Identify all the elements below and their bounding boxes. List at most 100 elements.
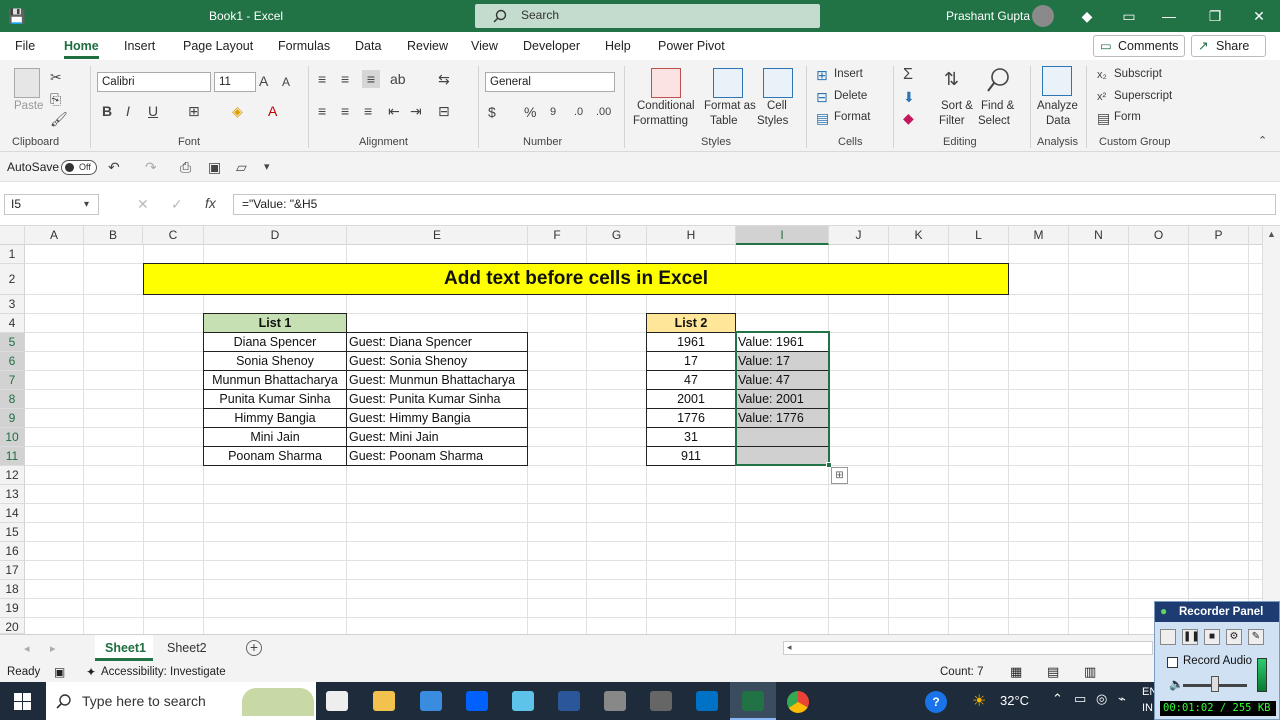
scroll-up-icon[interactable]: ▲ [1267, 229, 1276, 239]
increase-indent-icon[interactable]: ⇥ [410, 102, 422, 120]
weather-icon[interactable]: ☀ [972, 691, 986, 711]
tab-power-pivot[interactable]: Power Pivot [658, 39, 725, 53]
row-header[interactable]: 6 [0, 352, 25, 371]
col-header-a[interactable]: A [25, 226, 84, 245]
borders-icon[interactable]: ⊞ [188, 102, 200, 120]
list1-cell[interactable]: Sonia Shenoy [203, 351, 347, 371]
paint-icon[interactable] [604, 691, 626, 711]
cell-grid[interactable]: Add text before cells in Excel List 1 Li… [25, 245, 1262, 634]
guest-cell[interactable]: Guest: Mini Jain [346, 427, 528, 447]
number-format-select[interactable]: General [485, 72, 615, 92]
align-middle-icon[interactable]: ≡ [341, 70, 349, 88]
font-size-select[interactable]: 11 [214, 72, 256, 92]
row-header[interactable]: 10 [0, 428, 25, 447]
sheet-tab-sheet1[interactable]: Sheet1 [95, 635, 153, 661]
guest-cell[interactable]: Guest: Himmy Bangia [346, 408, 528, 428]
banner-title[interactable]: Add text before cells in Excel [143, 263, 1009, 295]
decrease-font-icon[interactable]: A [282, 73, 290, 91]
volume-slider-thumb[interactable] [1211, 676, 1219, 692]
file-explorer-icon[interactable] [373, 691, 395, 711]
weather-temp[interactable]: 32°C [1000, 693, 1029, 708]
merge-center-icon[interactable]: ⊟ [438, 102, 450, 120]
row-header[interactable]: 16 [0, 542, 25, 561]
outlook-icon[interactable] [696, 691, 718, 711]
row-header[interactable]: 11 [0, 447, 25, 466]
undo-icon[interactable]: ↶ [108, 158, 120, 176]
tab-page-layout[interactable]: Page Layout [183, 39, 253, 53]
row-header[interactable]: 14 [0, 504, 25, 523]
list1-cell[interactable]: Munmun Bhattacharya [203, 370, 347, 390]
list2-cell[interactable]: 17 [646, 351, 736, 371]
save-icon[interactable]: 💾 [8, 7, 26, 25]
tray-app-icon[interactable]: ▭ [1074, 691, 1086, 707]
list1-cell[interactable]: Mini Jain [203, 427, 347, 447]
tray-app-icon[interactable]: ◎ [1096, 691, 1107, 707]
list2-cell[interactable]: 911 [646, 446, 736, 466]
insert-cells-label[interactable]: Insert [834, 68, 863, 80]
subscript-label[interactable]: Subscript [1114, 68, 1162, 80]
font-name-select[interactable]: Calibri [97, 72, 211, 92]
customize-qat-icon[interactable]: ▾ [264, 158, 270, 176]
format-cells-icon[interactable]: ▤ [816, 109, 829, 127]
guest-cell[interactable]: Guest: Poonam Sharma [346, 446, 528, 466]
comments-button[interactable]: ▭ Comments [1093, 35, 1185, 57]
align-left-icon[interactable]: ≡ [318, 102, 326, 120]
fill-icon[interactable]: ⬇ [903, 88, 915, 106]
language-region[interactable]: IN [1142, 702, 1153, 714]
row-header[interactable]: 2 [0, 264, 25, 295]
windows-start-icon[interactable] [14, 693, 31, 710]
list1-cell[interactable]: Punita Kumar Sinha [203, 389, 347, 409]
search-box[interactable]: Search [475, 4, 820, 28]
add-sheet-icon[interactable]: + [246, 640, 262, 656]
accessibility-icon[interactable]: ✦ [86, 665, 96, 679]
tab-data[interactable]: Data [355, 39, 381, 53]
col-header-o[interactable]: O [1129, 226, 1189, 245]
col-header-p[interactable]: P [1189, 226, 1249, 245]
sort-filter-icon[interactable]: ⇅ [944, 70, 959, 88]
record-audio-checkbox[interactable] [1167, 657, 1178, 668]
cut-icon[interactable]: ✂ [50, 68, 62, 86]
row-header[interactable]: 8 [0, 390, 25, 409]
pen-icon[interactable]: ✎ [1248, 629, 1264, 645]
orientation-icon[interactable]: ab [390, 70, 406, 88]
fill-color-icon[interactable]: ◈ [232, 102, 243, 120]
scroll-sheets-right-icon[interactable]: ▸ [50, 642, 56, 655]
col-header-c[interactable]: C [143, 226, 204, 245]
comment-qat-icon[interactable]: ▱ [236, 158, 247, 176]
screenshot-icon[interactable]: ▣ [208, 158, 221, 176]
col-header-l[interactable]: L [949, 226, 1009, 245]
guest-cell[interactable]: Guest: Munmun Bhattacharya [346, 370, 528, 390]
select-all-corner[interactable] [0, 226, 25, 245]
selection-range[interactable] [735, 331, 830, 466]
page-layout-view-icon[interactable]: ▤ [1047, 664, 1059, 680]
print-preview-icon[interactable]: ⎙ [180, 158, 191, 176]
col-header-g[interactable]: G [587, 226, 647, 245]
superscript-icon[interactable]: x² [1097, 88, 1106, 106]
col-header-j[interactable]: J [829, 226, 889, 245]
col-header-m[interactable]: M [1009, 226, 1069, 245]
wrap-text-icon[interactable]: ⇆ [438, 70, 450, 88]
underline-icon[interactable]: U [148, 102, 158, 120]
row-header[interactable]: 17 [0, 561, 25, 580]
tab-help[interactable]: Help [605, 39, 631, 53]
row-header[interactable]: 4 [0, 314, 25, 333]
tab-insert[interactable]: Insert [124, 39, 155, 53]
quick-analysis-icon[interactable]: ⊞ [831, 467, 848, 484]
col-header-k[interactable]: K [889, 226, 949, 245]
row-header[interactable]: 1 [0, 245, 25, 264]
insert-function-icon[interactable]: fx [205, 194, 216, 212]
font-color-icon[interactable]: A [268, 102, 277, 120]
user-name[interactable]: Prashant Gupta [946, 9, 1030, 23]
sheet-tab-sheet2[interactable]: Sheet2 [157, 635, 215, 661]
form-icon[interactable]: ▤ [1097, 109, 1110, 127]
row-header[interactable]: 20 [0, 618, 25, 634]
increase-font-icon[interactable]: A [259, 72, 268, 90]
delete-cells-icon[interactable]: ⊟ [816, 88, 828, 106]
enter-icon[interactable]: ✓ [171, 195, 183, 213]
align-center-icon[interactable]: ≡ [341, 102, 349, 120]
find-select-icon[interactable] [986, 66, 1012, 94]
list2-cell[interactable]: 2001 [646, 389, 736, 409]
increase-decimal-icon[interactable]: .0 [574, 103, 583, 121]
align-bottom-icon[interactable]: ≡ [362, 70, 380, 88]
row-header[interactable]: 15 [0, 523, 25, 542]
